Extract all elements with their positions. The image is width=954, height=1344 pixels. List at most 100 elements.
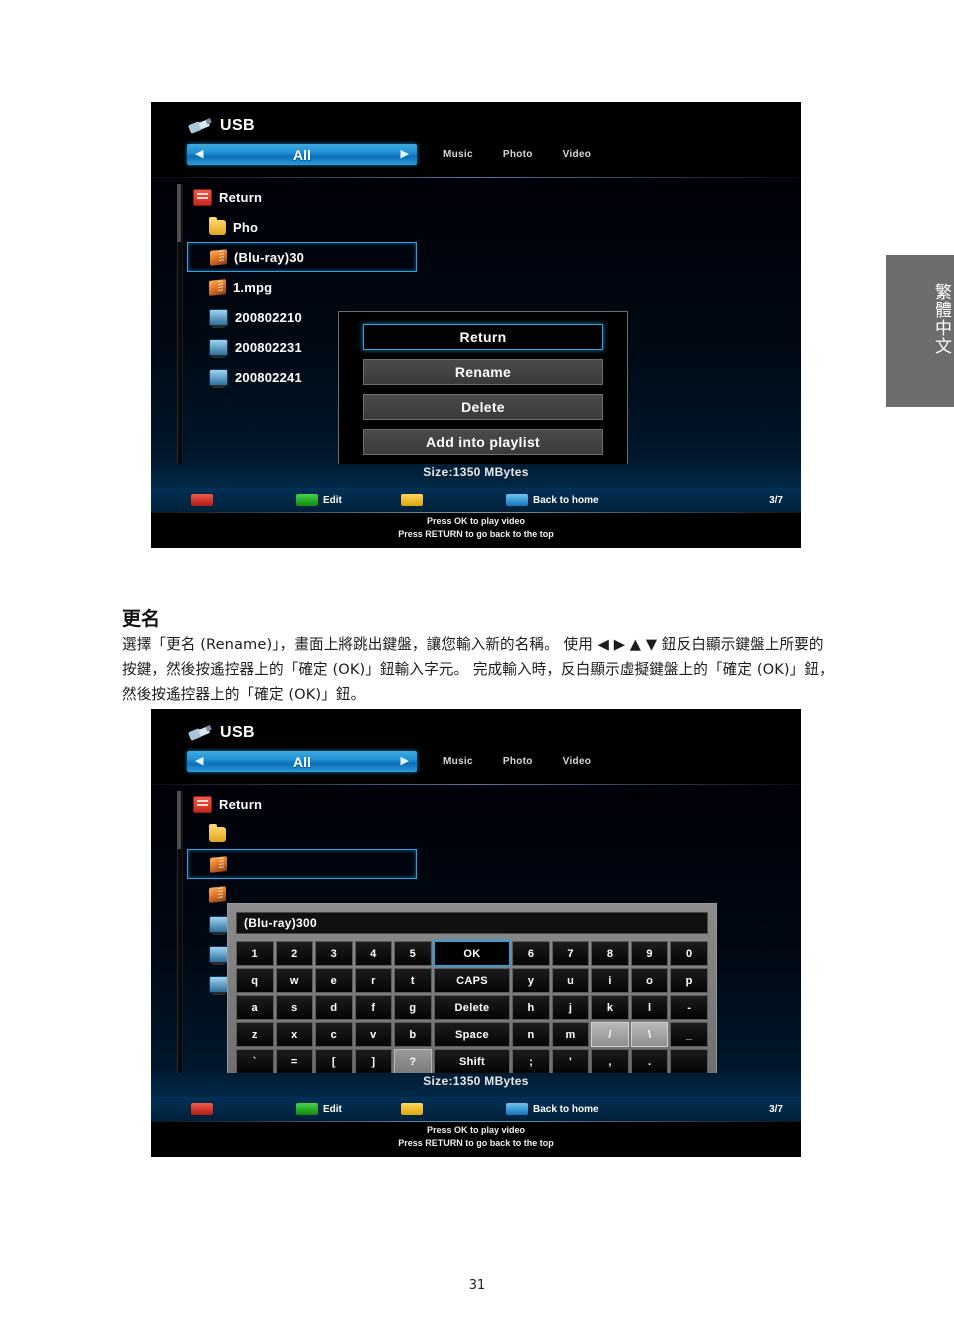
scrollbar-thumb[interactable] (177, 184, 181, 242)
keyboard-key-blank[interactable]: - (670, 995, 708, 1020)
keyboard-key-k[interactable]: k (591, 995, 629, 1020)
tab-music[interactable]: Music (443, 149, 473, 160)
keyboard-key-1[interactable]: 1 (236, 941, 274, 966)
keyboard-key-l[interactable]: l (630, 995, 669, 1020)
keyboard-key-w[interactable]: w (275, 968, 314, 993)
usb-drive-icon (187, 723, 213, 743)
keyboard-key-h[interactable]: h (512, 995, 550, 1020)
yellow-button[interactable] (401, 1103, 428, 1115)
keyboard-key-0[interactable]: 0 (670, 941, 708, 966)
list-item[interactable]: 1.mpg (187, 272, 417, 302)
keyboard-key-blank[interactable]: ` (236, 1049, 274, 1074)
keyboard-key-blank[interactable]: = (275, 1049, 314, 1074)
keyboard-key-o[interactable]: o (630, 968, 669, 993)
nav-left-arrow-icon[interactable]: ◀ (195, 149, 203, 160)
keyboard-key-g[interactable]: g (394, 995, 432, 1020)
keyboard-key-j[interactable]: j (551, 995, 590, 1020)
keyboard-key-2[interactable]: 2 (275, 941, 314, 966)
keyboard-key-e[interactable]: e (315, 968, 353, 993)
scrollbar-thumb[interactable] (177, 791, 181, 849)
usb-title: USB (220, 724, 255, 741)
list-item-selected[interactable]: (Blu-ray)30 (187, 242, 417, 272)
context-menu-item-rename[interactable]: Rename (363, 359, 603, 385)
tab-video[interactable]: Video (563, 149, 592, 160)
tab-photo[interactable]: Photo (503, 756, 533, 767)
keyboard-key-7[interactable]: 7 (551, 941, 590, 966)
keyboard-key-blank[interactable]: ; (512, 1049, 550, 1074)
keyboard-key-blank[interactable]: ] (354, 1049, 393, 1074)
keyboard-key-blank[interactable]: , (591, 1049, 629, 1074)
yellow-button[interactable] (401, 494, 428, 506)
keyboard-key-s[interactable]: s (275, 995, 314, 1020)
list-item-selected[interactable] (187, 849, 417, 879)
keyboard-key-8[interactable]: 8 (591, 941, 629, 966)
blue-back-to-home-button[interactable]: Back to home (506, 1103, 599, 1115)
keyboard-key-v[interactable]: v (354, 1022, 393, 1047)
keyboard-key-p[interactable]: p (670, 968, 708, 993)
keyboard-key-blank[interactable]: ? (394, 1049, 432, 1074)
keyboard-key-n[interactable]: n (512, 1022, 550, 1047)
list-item[interactable]: Pho (187, 212, 417, 242)
filter-all-button[interactable]: ◀ All ▶ (187, 751, 417, 772)
keyboard-key-m[interactable]: m (551, 1022, 590, 1047)
keyboard-key-delete[interactable]: Delete (433, 995, 511, 1020)
nav-right-arrow-icon[interactable]: ▶ (401, 756, 409, 767)
keyboard-key-blank[interactable]: _ (670, 1022, 708, 1047)
keyboard-key-q[interactable]: q (236, 968, 274, 993)
page-indicator: 3/7 (769, 1103, 783, 1115)
keyboard-key-4[interactable]: 4 (354, 941, 393, 966)
keyboard-key-z[interactable]: z (236, 1022, 274, 1047)
nav-left-arrow-icon[interactable]: ◀ (195, 756, 203, 767)
keyboard-key-label: b (409, 1028, 417, 1041)
blue-back-to-home-button[interactable]: Back to home (506, 494, 599, 506)
keyboard-key-label: 5 (409, 947, 417, 960)
keyboard-key-label: Shift (458, 1055, 485, 1068)
keyboard-key-blank[interactable] (670, 1049, 708, 1074)
tab-music[interactable]: Music (443, 756, 473, 767)
keyboard-key-blank[interactable]: / (591, 1022, 629, 1047)
keyboard-key-r[interactable]: r (354, 968, 393, 993)
keyboard-key-ok[interactable]: OK (433, 941, 511, 966)
green-button-label: Edit (323, 494, 342, 506)
keyboard-key-space[interactable]: Space (433, 1022, 511, 1047)
keyboard-key-3[interactable]: 3 (315, 941, 353, 966)
nav-right-arrow-icon[interactable]: ▶ (401, 149, 409, 160)
context-menu-item-return[interactable]: Return (363, 324, 603, 350)
keyboard-key-9[interactable]: 9 (630, 941, 669, 966)
keyboard-key-6[interactable]: 6 (512, 941, 550, 966)
context-menu-item-delete[interactable]: Delete (363, 394, 603, 420)
keyboard-key-c[interactable]: c (315, 1022, 353, 1047)
keyboard-key-blank[interactable]: ' (551, 1049, 590, 1074)
green-edit-button[interactable]: Edit (296, 1103, 342, 1115)
keyboard-key-shift[interactable]: Shift (433, 1049, 511, 1074)
list-item[interactable]: Return (187, 182, 417, 212)
list-item[interactable] (187, 819, 417, 849)
context-menu-item-add-into-playlist[interactable]: Add into playlist (363, 429, 603, 455)
list-item[interactable]: Return (187, 789, 417, 819)
tab-video[interactable]: Video (563, 756, 592, 767)
keyboard-key-d[interactable]: d (315, 995, 353, 1020)
keyboard-key-y[interactable]: y (512, 968, 550, 993)
green-edit-button[interactable]: Edit (296, 494, 342, 506)
keyboard-key-caps[interactable]: CAPS (433, 968, 511, 993)
keyboard-key-t[interactable]: t (394, 968, 432, 993)
filter-all-button[interactable]: ◀ All ▶ (187, 144, 417, 165)
keyboard-key-b[interactable]: b (394, 1022, 432, 1047)
yellow-chip-icon (401, 1103, 423, 1115)
keyboard-key-blank[interactable]: \ (630, 1022, 669, 1047)
video-file-icon (209, 915, 228, 935)
keyboard-key-blank[interactable]: [ (315, 1049, 353, 1074)
red-button[interactable] (191, 494, 218, 506)
red-button[interactable] (191, 1103, 218, 1115)
keyboard-key-f[interactable]: f (354, 995, 393, 1020)
keyboard-key-u[interactable]: u (551, 968, 590, 993)
keyboard-key-a[interactable]: a (236, 995, 274, 1020)
keyboard-key-blank[interactable]: . (630, 1049, 669, 1074)
keyboard-key-x[interactable]: x (275, 1022, 314, 1047)
keyboard-key-5[interactable]: 5 (394, 941, 432, 966)
keyboard-key-i[interactable]: i (591, 968, 629, 993)
tab-photo[interactable]: Photo (503, 149, 533, 160)
blue-chip-icon (506, 1103, 528, 1115)
rename-input-field[interactable]: (Blu-ray)300 (236, 912, 708, 934)
keyboard-key-label: / (608, 1028, 612, 1041)
